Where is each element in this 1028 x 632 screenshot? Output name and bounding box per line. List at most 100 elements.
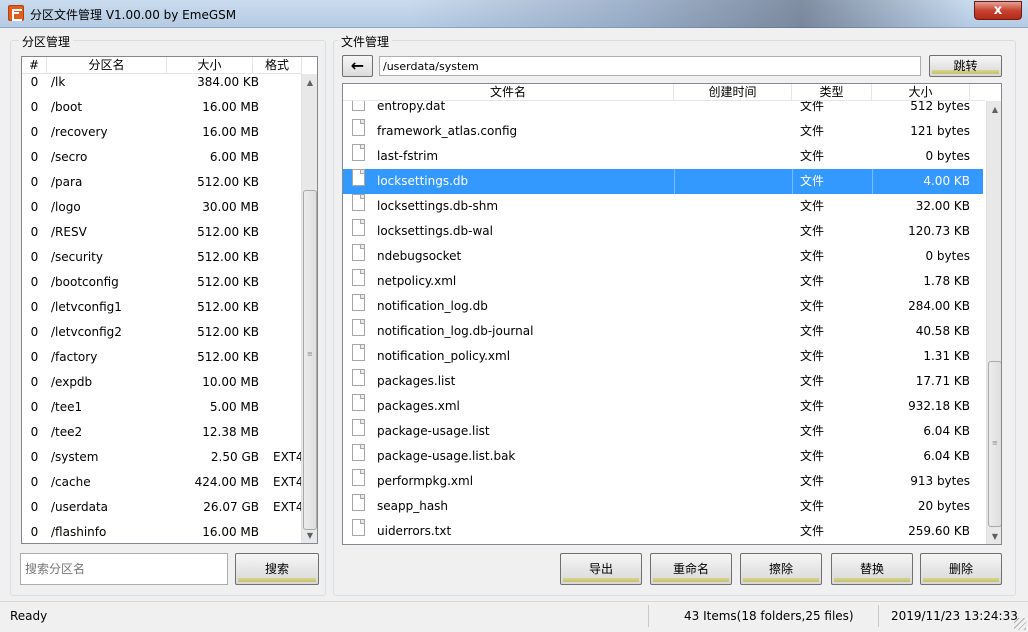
partition-row[interactable]: 0/cache 424.00 MB EXT4 (22, 470, 303, 495)
partition-name: /para (51, 175, 83, 189)
title-bar[interactable]: 分区文件管理 V1.00.00 by EmeGSM x (0, 0, 1028, 28)
file-row[interactable]: packages.list 文件 17.71 KB (343, 369, 983, 394)
erase-button[interactable]: 擦除 (740, 553, 822, 585)
partition-row[interactable]: 0/boot 16.00 MB (22, 95, 303, 120)
file-type: 文件 (800, 449, 825, 463)
status-datetime: 2019/11/23 13:24:33 (878, 605, 1018, 627)
partition-row[interactable]: 0/expdb 10.00 MB (22, 370, 303, 395)
file-row[interactable]: package-usage.list 文件 6.04 KB (343, 419, 983, 444)
partition-format (263, 120, 303, 145)
file-row[interactable]: package-usage.list.bak 文件 6.04 KB (343, 444, 983, 469)
partition-row[interactable]: 0/bootconfig 512.00 KB (22, 270, 303, 295)
file-size: 20 bytes (917, 499, 970, 513)
file-icon (352, 444, 365, 461)
file-icon (352, 244, 365, 261)
file-list-scrollbar[interactable]: ▲ ≡ ▼ (986, 101, 1001, 544)
file-row[interactable]: netpolicy.xml 文件 1.78 KB (343, 269, 983, 294)
file-name: notification_log.db-journal (377, 324, 534, 338)
scroll-down-arrow-icon[interactable]: ▼ (302, 527, 317, 543)
file-name: performpkg.xml (377, 474, 474, 488)
export-button[interactable]: 导出 (560, 553, 642, 585)
back-button[interactable]: ← (342, 55, 373, 77)
partition-row[interactable]: 0/logo 30.00 MB (22, 195, 303, 220)
file-row[interactable]: uiderrors.txt 文件 259.60 KB (343, 519, 983, 544)
col-header-filename[interactable]: 文件名 (343, 84, 674, 101)
erase-button-label: 擦除 (768, 562, 793, 576)
partition-format (263, 170, 303, 195)
scroll-thumb[interactable]: ≡ (303, 190, 317, 530)
rename-button[interactable]: 重命名 (650, 553, 732, 585)
partition-row[interactable]: 0/security 512.00 KB (22, 245, 303, 270)
file-size: 259.60 KB (908, 524, 970, 538)
partition-row[interactable]: 0/secro 6.00 MB (22, 145, 303, 170)
partition-size: 512.00 KB (197, 225, 259, 239)
file-icon (352, 344, 365, 361)
file-row[interactable]: locksettings.db-shm 文件 32.00 KB (343, 194, 983, 219)
file-icon (352, 419, 365, 436)
scroll-up-arrow-icon[interactable]: ▲ (302, 74, 317, 91)
scroll-down-arrow-icon[interactable]: ▼ (987, 528, 1001, 544)
partition-name: /logo (51, 200, 81, 214)
file-list[interactable]: entropy.dat 文件 512 bytes framework_atlas.co… (342, 83, 1002, 545)
file-row-selected[interactable]: locksettings.db 文件 4.00 KB (343, 169, 983, 194)
partition-row[interactable]: 0/lk 384.00 KB (22, 70, 303, 95)
partition-format (263, 195, 303, 220)
partition-row[interactable]: 0/letvconfig2 512.00 KB (22, 320, 303, 345)
scroll-thumb[interactable]: ≡ (988, 361, 1001, 527)
partition-format (263, 320, 303, 345)
col-header-size[interactable]: 大小 (872, 84, 970, 101)
partition-row[interactable]: 0/tee1 5.00 MB (22, 395, 303, 420)
search-button[interactable]: 搜索 (235, 553, 319, 585)
file-type: 文件 (800, 249, 825, 263)
col-header-type[interactable]: 类型 (792, 84, 872, 101)
partition-index: 0 (30, 450, 39, 464)
partition-row[interactable]: 0/para 512.00 KB (22, 170, 303, 195)
file-icon (352, 519, 365, 536)
partition-row[interactable]: 0/userdata 26.07 GB EXT4 (22, 495, 303, 520)
partition-row[interactable]: 0/RESV 512.00 KB (22, 220, 303, 245)
col-header-created[interactable]: 创建时间 (674, 84, 792, 101)
partition-row[interactable]: 0/tee2 12.38 MB (22, 420, 303, 445)
partition-format (263, 345, 303, 370)
file-type: 文件 (800, 299, 825, 313)
file-size: 120.73 KB (908, 224, 970, 238)
partition-format (263, 220, 303, 245)
file-row[interactable]: notification_log.db-journal 文件 40.58 KB (343, 319, 983, 344)
partition-size: 512.00 KB (197, 250, 259, 264)
file-size: 284.00 KB (908, 299, 970, 313)
file-row[interactable]: last-fstrim 文件 0 bytes (343, 144, 983, 169)
partition-row[interactable]: 0/system 2.50 GB EXT4 (22, 445, 303, 470)
file-row[interactable]: seapp_hash 文件 20 bytes (343, 494, 983, 519)
resize-grip-icon[interactable] (1014, 618, 1026, 630)
partition-format (263, 145, 303, 170)
partition-name: /expdb (51, 375, 93, 389)
partition-size: 512.00 KB (197, 275, 259, 289)
partition-list-scrollbar[interactable]: ▲ ≡ ▼ (301, 74, 317, 543)
partition-index: 0 (30, 525, 39, 539)
file-row[interactable]: ndebugsocket 文件 0 bytes (343, 244, 983, 269)
partition-index: 0 (30, 350, 39, 364)
file-row[interactable]: framework_atlas.config 文件 121 bytes (343, 119, 983, 144)
partition-size: 512.00 KB (197, 325, 259, 339)
file-row[interactable]: locksettings.db-wal 文件 120.73 KB (343, 219, 983, 244)
title-bar-glass (410, 0, 970, 28)
jump-button[interactable]: 跳转 (929, 55, 1002, 77)
close-button[interactable]: x (974, 1, 1022, 20)
partition-search-input[interactable] (20, 553, 228, 585)
partition-row[interactable]: 0/recovery 16.00 MB (22, 120, 303, 145)
replace-button[interactable]: 替换 (831, 553, 913, 585)
partition-row[interactable]: 0/factory 512.00 KB (22, 345, 303, 370)
partition-row[interactable]: 0/flashinfo 16.00 MB (22, 520, 303, 543)
scroll-up-arrow-icon[interactable]: ▲ (987, 101, 1001, 118)
delete-button[interactable]: 删除 (920, 553, 1002, 585)
partition-format (263, 420, 303, 445)
file-row[interactable]: notification_log.db 文件 284.00 KB (343, 294, 983, 319)
partition-format (263, 270, 303, 295)
file-row[interactable]: performpkg.xml 文件 913 bytes (343, 469, 983, 494)
path-input[interactable] (379, 56, 921, 76)
partition-row[interactable]: 0/letvconfig1 512.00 KB (22, 295, 303, 320)
partition-index: 0 (30, 275, 39, 289)
file-row[interactable]: packages.xml 文件 932.18 KB (343, 394, 983, 419)
partition-list[interactable]: # 分区名 大小 格式 0/lk 384.00 KB 0/boot 16.00 MB 0… (21, 56, 318, 544)
file-row[interactable]: notification_policy.xml 文件 1.31 KB (343, 344, 983, 369)
